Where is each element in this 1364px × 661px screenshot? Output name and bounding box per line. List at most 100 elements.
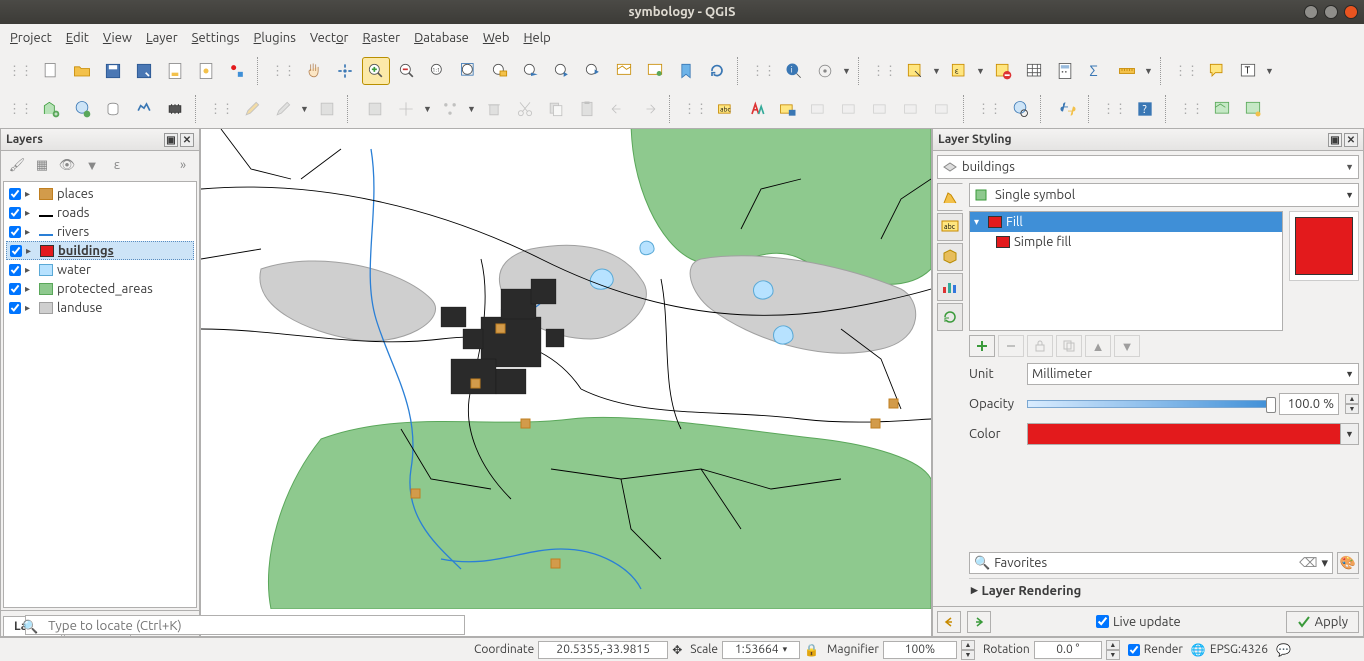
georef-button[interactable] [1239, 95, 1267, 123]
open-project-button[interactable] [68, 57, 96, 85]
rotation-value[interactable]: 0.0 ° [1034, 641, 1102, 659]
layer-water[interactable]: ▸ water [6, 260, 194, 279]
label-pin-button[interactable] [805, 95, 833, 123]
panel-close-button[interactable]: ✕ [180, 133, 194, 147]
unit-selector[interactable]: Millimeter ▼ [1027, 363, 1359, 385]
manage-visibility-button[interactable]: 👁 [56, 154, 78, 176]
favorites-search[interactable]: 🔍 Favorites ⌫ ▾ [969, 552, 1333, 574]
coord-value[interactable]: 20.5355,-33.9815 [538, 641, 668, 659]
copy-button[interactable] [542, 95, 570, 123]
select-by-value-button[interactable]: ε [945, 57, 973, 85]
open-attr-table-button[interactable] [1020, 57, 1048, 85]
zoom-selection-button[interactable] [486, 57, 514, 85]
save-edits-button[interactable] [313, 95, 341, 123]
sidetab-3d[interactable] [937, 243, 963, 271]
expand-icon[interactable]: ▸ [25, 283, 35, 295]
messages-icon[interactable]: 💬 [1276, 643, 1291, 657]
label-toolbar-3[interactable] [774, 95, 802, 123]
label-toolbar-2[interactable] [743, 95, 771, 123]
label-move-button[interactable] [867, 95, 895, 123]
stats-button[interactable]: Σ [1082, 57, 1110, 85]
menu-view[interactable]: View [103, 31, 132, 45]
expand-icon[interactable]: ▸ [25, 264, 35, 276]
style-manager-button[interactable] [223, 57, 251, 85]
color-picker[interactable]: ▼ [1027, 423, 1359, 445]
close-button[interactable] [1344, 5, 1358, 19]
zoom-in-button[interactable] [362, 57, 390, 85]
menu-settings[interactable]: Settings [192, 31, 240, 45]
paste-button[interactable] [573, 95, 601, 123]
maptips-button[interactable] [1203, 57, 1231, 85]
sidetab-history[interactable] [937, 303, 963, 331]
panel-undock-button[interactable]: ▣ [164, 133, 178, 147]
symbol-tree-fill[interactable]: ▾ Fill [970, 212, 1282, 232]
redo-button[interactable] [635, 95, 663, 123]
redo-style-button[interactable] [967, 611, 991, 633]
layer-protected-areas-checkbox[interactable] [9, 283, 21, 295]
add-feature-button[interactable] [361, 95, 389, 123]
panel-undock-button[interactable]: ▣ [1328, 133, 1342, 147]
layer-places-checkbox[interactable] [9, 188, 21, 200]
delete-feature-button[interactable] [480, 95, 508, 123]
opacity-value[interactable]: 100.0 % [1279, 393, 1339, 415]
lock-scale-icon[interactable]: 🔒 [804, 643, 819, 657]
label-rotate-button[interactable] [898, 95, 926, 123]
pan-to-selection-button[interactable] [331, 57, 359, 85]
label-toolbar-1[interactable]: abc [712, 95, 740, 123]
panel-close-button[interactable]: ✕ [1344, 133, 1358, 147]
layer-roads-checkbox[interactable] [9, 207, 21, 219]
python-console-button[interactable] [1054, 95, 1082, 123]
layers-tree[interactable]: ▸ places ▸ roads ▸ rivers ▸ buildings [3, 181, 197, 608]
symbol-tree[interactable]: ▾ Fill Simple fill [969, 211, 1283, 331]
render-checkbox[interactable] [1128, 644, 1140, 656]
layout-manager-button[interactable] [192, 57, 220, 85]
new-memory-button[interactable] [130, 95, 158, 123]
expand-all-button[interactable]: » [172, 154, 194, 176]
add-group-button[interactable]: ▦ [31, 154, 53, 176]
layer-water-checkbox[interactable] [9, 264, 21, 276]
new-virtual-button[interactable] [161, 95, 189, 123]
expand-icon[interactable]: ▸ [25, 226, 35, 238]
menu-layer[interactable]: Layer [146, 31, 178, 45]
layer-rendering-toggle[interactable]: ▸ Layer Rendering [969, 578, 1359, 602]
menu-edit[interactable]: Edit [66, 31, 89, 45]
sidetab-symbology[interactable] [937, 183, 963, 211]
zoom-next-button[interactable] [579, 57, 607, 85]
expression-filter-button[interactable]: ε [106, 154, 128, 176]
expand-icon[interactable]: ▸ [25, 207, 35, 219]
new-bookmark-button[interactable] [641, 57, 669, 85]
action-button[interactable] [811, 57, 839, 85]
opacity-step-up[interactable]: ▲ [1345, 394, 1359, 404]
style-preset-button[interactable]: 🖌 [6, 154, 28, 176]
minimize-button[interactable] [1304, 5, 1318, 19]
new-shapefile-button[interactable] [68, 95, 96, 123]
layer-rivers-checkbox[interactable] [9, 226, 21, 238]
layer-buildings-checkbox[interactable] [10, 245, 22, 257]
crs-button[interactable]: 🌐 EPSG:4326 [1191, 643, 1268, 657]
filter-legend-button[interactable]: ▼ [81, 154, 103, 176]
add-vector-button[interactable] [37, 95, 65, 123]
new-print-layout-button[interactable] [161, 57, 189, 85]
label-change-button[interactable] [929, 95, 957, 123]
zoom-out-button[interactable] [393, 57, 421, 85]
menu-web[interactable]: Web [483, 31, 510, 45]
select-features-button[interactable] [901, 57, 929, 85]
save-project-button[interactable] [99, 57, 127, 85]
menu-raster[interactable]: Raster [362, 31, 400, 45]
text-annotation-button[interactable]: T [1234, 57, 1262, 85]
expand-icon[interactable]: ▸ [26, 245, 36, 257]
layer-selector[interactable]: buildings ▼ [937, 155, 1359, 179]
scale-selector[interactable]: 1:53664 ▾ [722, 641, 800, 659]
pan-button[interactable] [300, 57, 328, 85]
menu-database[interactable]: Database [414, 31, 469, 45]
help-button[interactable]: ? [1131, 95, 1159, 123]
expand-icon[interactable]: ▸ [25, 302, 35, 314]
layer-roads[interactable]: ▸ roads [6, 203, 194, 222]
maximize-button[interactable] [1324, 5, 1338, 19]
vertex-tool-button[interactable] [436, 95, 464, 123]
save-as-button[interactable] [130, 57, 158, 85]
cut-button[interactable] [511, 95, 539, 123]
label-hide-button[interactable] [836, 95, 864, 123]
undo-style-button[interactable] [937, 611, 961, 633]
layer-buildings[interactable]: ▸ buildings [6, 241, 194, 260]
